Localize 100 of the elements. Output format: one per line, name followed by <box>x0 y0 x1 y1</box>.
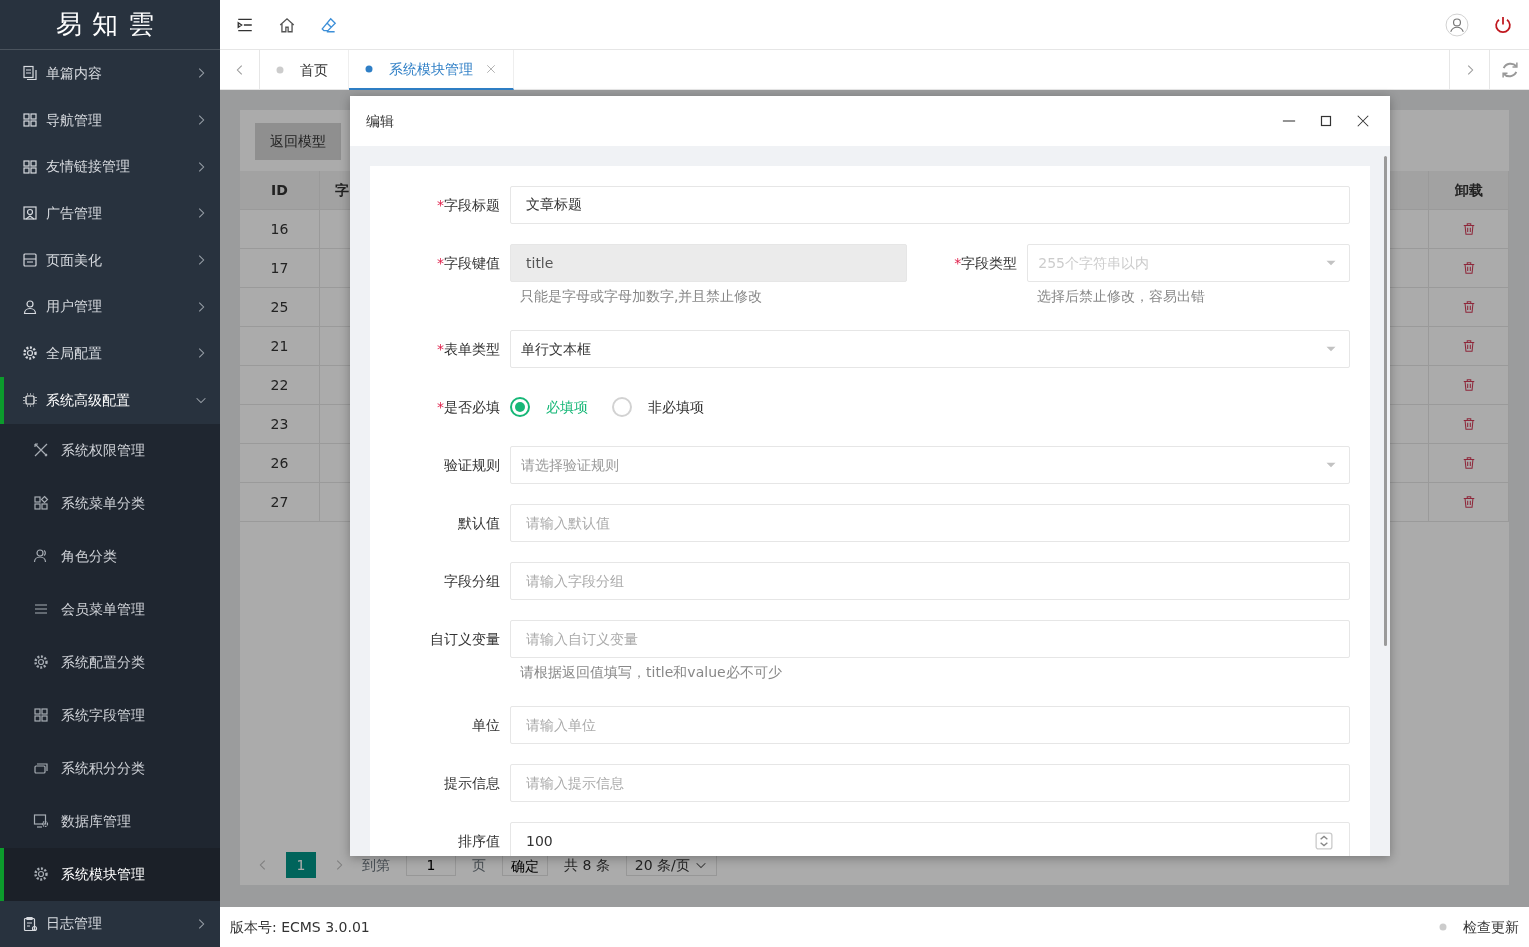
dialog-title: 编辑 <box>366 111 395 131</box>
dot-icon <box>276 66 284 74</box>
cards-icon <box>33 760 49 776</box>
trash-icon[interactable] <box>1461 338 1476 354</box>
field-label: *字段键值 <box>436 254 501 273</box>
table-cell-text: 25 <box>270 297 289 317</box>
radio-icon[interactable] <box>612 397 632 417</box>
table-cell-text: 16 <box>270 219 289 239</box>
input-field[interactable]: 请输入默认值 <box>510 504 1350 542</box>
close-icon[interactable] <box>1356 114 1370 128</box>
column-header: 卸载 <box>1454 180 1483 200</box>
version-text: 版本号: ECMS 3.0.01 <box>230 917 370 937</box>
dot-icon <box>365 65 373 73</box>
sidebar-item[interactable]: 全局配置 <box>0 330 220 377</box>
goto-label: 到第 <box>362 855 390 875</box>
radio-option[interactable]: 非必填项 <box>612 396 704 418</box>
layout-icon <box>22 252 38 269</box>
sidebar-subitem[interactable]: 会员菜单管理 <box>0 582 220 636</box>
grid-icon <box>33 707 49 723</box>
sidebar-subitem[interactable]: 系统字段管理 <box>0 688 220 742</box>
field-label: *表单类型 <box>436 340 501 359</box>
hint-text: 只能是字母或字母加数字,并且禁止修改 <box>519 287 764 306</box>
column-header: 字 <box>335 180 349 200</box>
field-label: 默认值 <box>457 514 501 533</box>
sidebar-subitem[interactable]: 系统菜单分类 <box>0 476 220 530</box>
sidebar-item[interactable]: 单篇内容 <box>0 50 220 97</box>
table-cell-text: 27 <box>270 492 289 512</box>
refresh-icon <box>1499 60 1520 80</box>
trash-icon[interactable] <box>1461 260 1476 276</box>
table-cell-text: 22 <box>270 375 289 395</box>
list-icon <box>33 601 49 617</box>
sidebar-subitem[interactable]: 角色分类 <box>0 529 220 583</box>
page-input[interactable]: 1 <box>406 854 456 876</box>
select-field[interactable]: 单行文本框 <box>510 330 1350 368</box>
dot-icon <box>1439 923 1447 931</box>
gear-icon <box>33 866 49 882</box>
sidebar-item[interactable]: 日志管理 <box>0 900 220 947</box>
hint-text: 选择后禁止修改，容易出错 <box>1036 287 1207 306</box>
sidebar-item[interactable]: 广告管理 <box>0 190 220 237</box>
sidebar-subitem[interactable]: 数据库管理 <box>0 794 220 848</box>
field-label: 排序值 <box>457 832 501 851</box>
input-field[interactable]: 请输入自订义变量 <box>510 620 1350 658</box>
user-icon <box>22 298 38 315</box>
sidebar-subitem[interactable]: 系统权限管理 <box>0 423 220 477</box>
scrollbar[interactable] <box>1384 156 1387 646</box>
total-count: 共 8 条 <box>564 855 610 875</box>
input-field[interactable]: 请输入单位 <box>510 706 1350 744</box>
users-icon <box>33 548 49 564</box>
page-size-select[interactable]: 20 条/页 <box>625 854 717 876</box>
logo: 易知雲 <box>56 8 164 41</box>
sidebar-item[interactable]: 页面美化 <box>0 236 220 284</box>
shapes-icon <box>33 495 49 511</box>
table-cell-text: 23 <box>270 414 289 434</box>
gear-icon <box>22 345 38 362</box>
avatar-icon[interactable] <box>1445 12 1469 37</box>
document-icon <box>22 65 38 82</box>
trash-icon[interactable] <box>1461 455 1476 471</box>
eraser-icon[interactable] <box>320 15 338 34</box>
chip-icon <box>22 392 38 409</box>
trash-icon[interactable] <box>1461 221 1476 237</box>
image-icon <box>22 205 38 222</box>
sidebar-subitem[interactable]: 系统积分分类 <box>0 741 220 795</box>
tools-icon <box>33 442 49 458</box>
table-cell-text: 26 <box>270 453 289 473</box>
radio-icon[interactable] <box>510 397 530 417</box>
field-label: 自订义变量 <box>429 630 501 649</box>
sidebar-subitem[interactable]: 系统配置分类 <box>0 635 220 689</box>
field-label: *是否必填 <box>436 398 501 417</box>
field-label: 单位 <box>471 716 501 735</box>
input-field[interactable]: 请输入字段分组 <box>510 562 1350 600</box>
confirm-button[interactable]: 确定 <box>502 854 548 876</box>
sidebar-item[interactable]: 友情链接管理 <box>0 143 220 191</box>
monitor-gear-icon <box>33 813 49 829</box>
trash-icon[interactable] <box>1461 494 1476 510</box>
trash-icon[interactable] <box>1461 377 1476 393</box>
sidebar-item[interactable]: 导航管理 <box>0 96 220 144</box>
update-link[interactable]: 检查更新 <box>1463 916 1519 938</box>
grid-icon <box>22 158 38 175</box>
grid-icon <box>22 112 38 129</box>
trash-icon[interactable] <box>1461 299 1476 315</box>
sidebar-subitem[interactable]: 系统模块管理 <box>0 847 220 901</box>
field-label: 验证规则 <box>443 456 501 475</box>
maximize-icon[interactable] <box>1320 115 1332 127</box>
sidebar-item[interactable]: 用户管理 <box>0 283 220 331</box>
number-field[interactable]: 100 <box>510 822 1350 856</box>
field-label: 字段分组 <box>443 572 501 591</box>
trash-icon[interactable] <box>1461 416 1476 432</box>
power-icon[interactable] <box>1493 14 1513 35</box>
clipboard-icon <box>22 915 38 932</box>
table-cell-text: 17 <box>270 258 289 278</box>
gear-icon <box>33 654 49 670</box>
page-unit: 页 <box>472 855 486 875</box>
home-icon[interactable] <box>278 15 296 34</box>
column-header: ID <box>271 180 288 200</box>
hint-text: 请根据返回值填写，title和value必不可少 <box>519 663 783 682</box>
field-label: *字段标题 <box>436 196 501 215</box>
back-button[interactable]: 返回模型 <box>255 123 341 160</box>
field-label: *字段类型 <box>953 254 1019 273</box>
input-field[interactable]: 请输入提示信息 <box>510 764 1350 802</box>
input-field[interactable]: 文章标题 <box>510 186 1350 224</box>
